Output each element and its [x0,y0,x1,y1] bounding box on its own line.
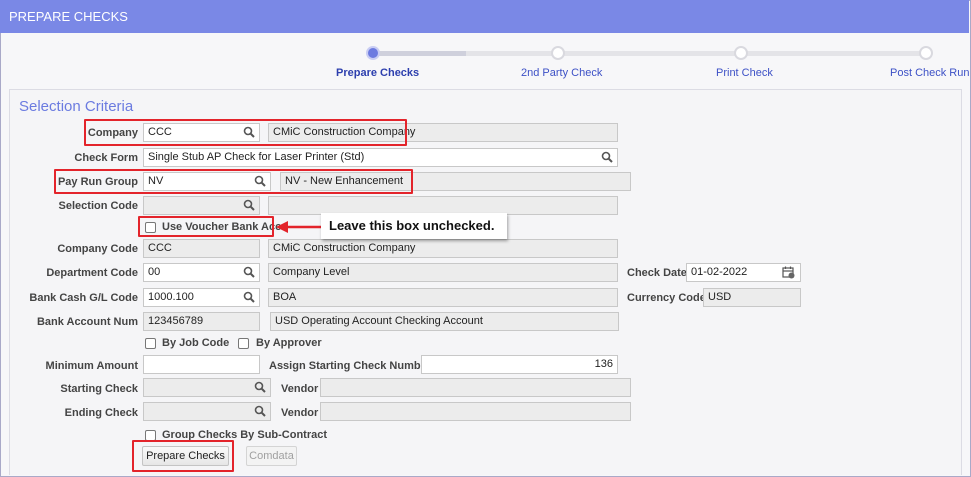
check-form-input[interactable]: Single Stub AP Check for Laser Printer (… [143,148,618,167]
highlight-pay-run-group [54,169,413,194]
assign-starting-input[interactable]: 136 [421,355,618,374]
by-approver-label: By Approver [256,337,322,349]
search-icon[interactable] [243,199,255,211]
section-title: Selection Criteria [19,98,134,115]
calendar-icon[interactable] [782,266,795,279]
by-approver-checkbox[interactable] [238,338,249,349]
department-code-value: 00 [148,266,161,278]
company-code-name: CMiC Construction Company [268,239,618,258]
ending-check-input[interactable] [143,402,271,421]
minimum-amount-label: Minimum Amount [45,360,138,372]
check-date-value: 01-02-2022 [691,266,748,278]
starting-check-input[interactable] [143,378,271,397]
window-title: PREPARE CHECKS [0,0,969,33]
annotation-callout: Leave this box unchecked. [321,213,507,239]
by-job-code-checkbox[interactable] [145,338,156,349]
starting-vendor-field [320,378,631,397]
bank-account-num-label: Bank Account Num [36,316,138,328]
step-dot-post-check-run[interactable] [919,46,933,60]
minimum-amount-input[interactable] [143,355,260,374]
step-dot-prepare-checks[interactable] [366,46,380,60]
search-icon[interactable] [601,151,613,163]
highlight-use-voucher [138,216,274,237]
ending-vendor-field [320,402,631,421]
check-form-value: Single Stub AP Check for Laser Printer (… [148,151,365,163]
highlight-prepare-checks [132,440,234,472]
step-progress-line [372,51,466,56]
starting-check-label: Starting Check [60,383,138,395]
company-code-label: Company Code [57,243,138,255]
company-code-field: CCC [143,239,260,258]
highlight-company [84,119,407,146]
bank-account-num-field: 123456789 [143,312,260,331]
bank-account-name: USD Operating Account Checking Account [270,312,619,331]
check-date-input[interactable]: 01-02-2022 [686,263,801,282]
bank-cash-gl-name: BOA [268,288,618,307]
check-date-label: Check Date [627,267,687,279]
department-code-name: Company Level [268,263,618,282]
bank-cash-gl-value: 1000.100 [148,291,194,303]
currency-code-label: Currency Code [627,292,706,304]
step-label-print-check[interactable]: Print Check [716,67,773,79]
department-code-input[interactable]: 00 [143,263,260,282]
check-form-label: Check Form [74,152,138,164]
ending-check-label: Ending Check [64,407,138,419]
arrow-left-icon [276,221,322,233]
step-dot-2nd-party-check[interactable] [551,46,565,60]
assign-starting-label: Assign Starting Check Number [269,360,431,372]
selection-code-label: Selection Code [58,200,138,212]
bank-cash-gl-input[interactable]: 1000.100 [143,288,260,307]
step-label-2nd-party-check[interactable]: 2nd Party Check [521,67,602,79]
search-icon[interactable] [254,405,266,417]
search-icon[interactable] [254,381,266,393]
step-label-prepare-checks[interactable]: Prepare Checks [336,67,419,79]
step-dot-print-check[interactable] [734,46,748,60]
by-job-code-label: By Job Code [162,337,230,349]
search-icon[interactable] [243,266,255,278]
step-label-post-check-run[interactable]: Post Check Run [890,67,969,79]
step-track-line [466,51,926,56]
selection-code-input[interactable] [143,196,260,215]
department-code-label: Department Code [46,267,138,279]
comdata-button[interactable]: Comdata [246,446,297,466]
starting-vendor-label: Vendor [281,383,319,395]
ending-vendor-label: Vendor [281,407,319,419]
search-icon[interactable] [243,291,255,303]
currency-code-field: USD [703,288,801,307]
bank-cash-gl-label: Bank Cash G/L Code [29,292,138,304]
